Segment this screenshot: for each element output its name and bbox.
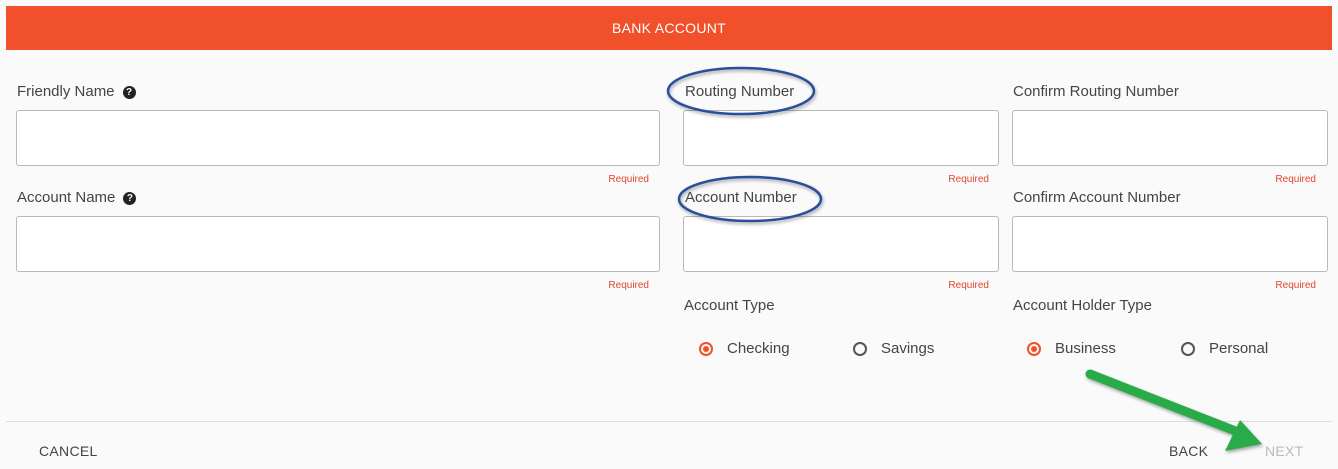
confirm-account-number-input[interactable] <box>1012 216 1328 272</box>
account-number-input[interactable] <box>683 216 999 272</box>
radio-unchecked-icon[interactable] <box>1181 341 1195 356</box>
radio-checked-icon[interactable] <box>1027 341 1041 356</box>
account-number-required: Required <box>948 280 989 291</box>
routing-number-label: Routing Number <box>685 83 795 100</box>
confirm-routing-number-required: Required <box>1275 174 1316 185</box>
back-button[interactable]: BACK <box>1169 443 1208 459</box>
radio-checked-icon[interactable] <box>699 341 713 356</box>
footer-bar <box>6 421 1332 469</box>
friendly-name-label: Friendly Name? <box>17 83 136 100</box>
confirm-routing-number-label: Confirm Routing Number <box>1013 83 1179 100</box>
page-header: BANK ACCOUNT <box>6 6 1332 50</box>
account-type-radio-group: Checking Savings <box>699 340 934 357</box>
next-button[interactable]: NEXT <box>1265 443 1304 459</box>
account-name-label: Account Name? <box>17 189 137 206</box>
friendly-name-required: Required <box>608 174 649 185</box>
radio-unchecked-icon[interactable] <box>853 341 867 356</box>
account-name-required: Required <box>608 280 649 291</box>
radio-savings[interactable]: Savings <box>853 340 934 357</box>
question-circle-icon[interactable]: ? <box>123 192 137 205</box>
radio-personal[interactable]: Personal <box>1181 340 1268 357</box>
confirm-account-number-required: Required <box>1275 280 1316 291</box>
question-circle-icon[interactable]: ? <box>122 86 136 99</box>
confirm-account-number-label: Confirm Account Number <box>1013 189 1181 206</box>
cancel-button[interactable]: CANCEL <box>39 443 98 459</box>
routing-number-input[interactable] <box>683 110 999 166</box>
radio-checking[interactable]: Checking <box>699 340 853 357</box>
page-title: BANK ACCOUNT <box>611 20 727 36</box>
routing-number-required: Required <box>948 174 989 185</box>
account-number-label: Account Number <box>685 189 797 206</box>
account-type-label: Account Type <box>684 297 775 314</box>
friendly-name-input[interactable] <box>16 110 660 166</box>
account-name-input[interactable] <box>16 216 660 272</box>
account-holder-type-label: Account Holder Type <box>1013 297 1152 314</box>
radio-business[interactable]: Business <box>1027 340 1181 357</box>
account-holder-type-radio-group: Business Personal <box>1027 340 1268 357</box>
confirm-routing-number-input[interactable] <box>1012 110 1328 166</box>
